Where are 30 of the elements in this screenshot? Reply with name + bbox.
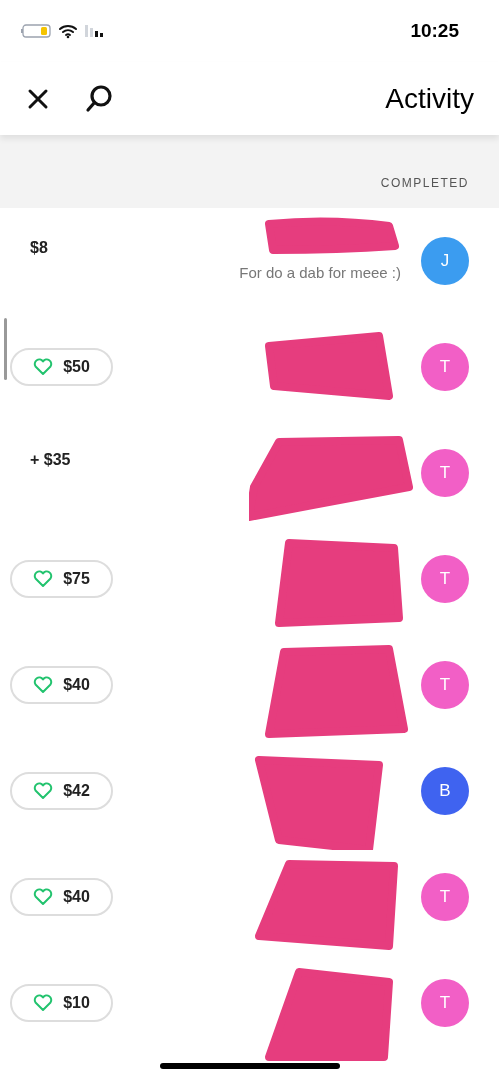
- amount-button[interactable]: $75: [10, 560, 113, 598]
- payment-note: For do a dab for meee :): [239, 263, 401, 283]
- amount-button[interactable]: $50: [10, 348, 113, 386]
- amount-text: $8: [30, 238, 48, 258]
- amount-button[interactable]: $40: [10, 878, 113, 916]
- amount-button[interactable]: $10: [10, 984, 113, 1022]
- battery-icon: [20, 23, 52, 39]
- avatar: B: [421, 767, 469, 815]
- page-title: Activity: [385, 81, 474, 116]
- avatar: T: [421, 449, 469, 497]
- amount-button[interactable]: $42: [10, 772, 113, 810]
- wifi-icon: [58, 23, 78, 39]
- search-icon: [84, 83, 114, 114]
- heart-icon: [33, 570, 54, 588]
- scroll-bar: [4, 318, 7, 380]
- avatar: T: [421, 343, 469, 391]
- heart-icon: [33, 994, 54, 1012]
- heart-icon: [33, 358, 54, 376]
- avatar: T: [421, 979, 469, 1027]
- heart-icon: [33, 676, 54, 694]
- avatar: T: [421, 555, 469, 603]
- section-label: COMPLETED: [380, 175, 469, 192]
- amount-text: + $35: [30, 450, 71, 470]
- heart-icon: [33, 888, 54, 906]
- status-time: 10:25: [410, 18, 459, 43]
- heart-icon: [33, 782, 54, 800]
- avatar: J: [421, 237, 469, 285]
- amount-button[interactable]: $40: [10, 666, 113, 704]
- avatar: T: [421, 661, 469, 709]
- avatar: T: [421, 873, 469, 921]
